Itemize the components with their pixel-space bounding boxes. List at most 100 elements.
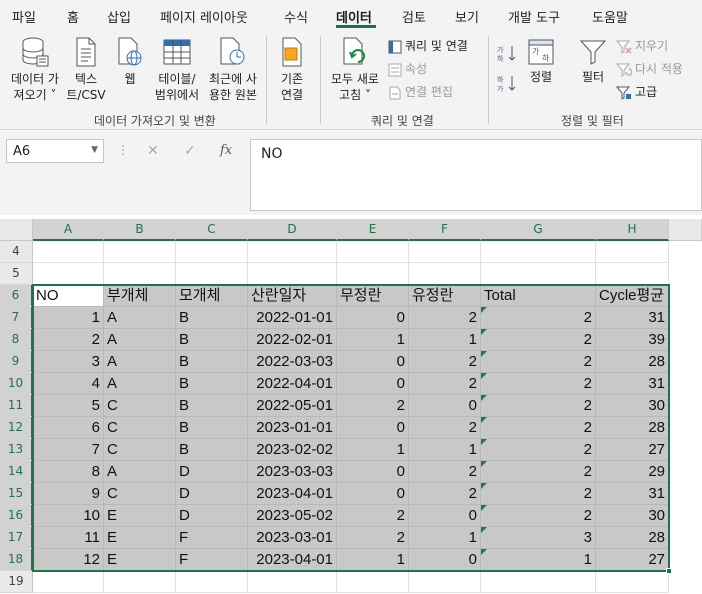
cell-e16[interactable]: 2 <box>337 505 409 527</box>
properties-button[interactable]: 속성 <box>388 61 427 77</box>
column-header-g[interactable]: G <box>481 219 596 241</box>
cell-d11[interactable]: 2022-05-01 <box>248 395 337 417</box>
cell-c11[interactable]: B <box>176 395 248 417</box>
cell-a7[interactable]: 1 <box>33 307 104 329</box>
cell-b17[interactable]: E <box>104 527 176 549</box>
tab-formulas[interactable]: 수식 <box>284 7 308 26</box>
cell-h7[interactable]: 31 <box>596 307 669 329</box>
cell-g12[interactable]: 2 <box>481 417 596 439</box>
cancel-icon[interactable]: ✕ <box>147 143 159 159</box>
cell-h17[interactable]: 28 <box>596 527 669 549</box>
cell-e6[interactable]: 무정란 <box>337 285 409 307</box>
cell-b19[interactable] <box>104 571 176 593</box>
cell-g18[interactable]: 1 <box>481 549 596 571</box>
cell-c6[interactable]: 모개체 <box>176 285 248 307</box>
cell-d18[interactable]: 2023-04-01 <box>248 549 337 571</box>
cell-d4[interactable] <box>248 241 337 263</box>
reapply-button[interactable]: 다시 적용 <box>616 61 683 77</box>
cell-a19[interactable] <box>33 571 104 593</box>
row-header-8[interactable]: 8 <box>0 329 33 351</box>
cell-b4[interactable] <box>104 241 176 263</box>
cell-d14[interactable]: 2023-03-03 <box>248 461 337 483</box>
cell-b7[interactable]: A <box>104 307 176 329</box>
cell-c7[interactable]: B <box>176 307 248 329</box>
cell-f17[interactable]: 1 <box>409 527 481 549</box>
cell-g11[interactable]: 2 <box>481 395 596 417</box>
cell-e4[interactable] <box>337 241 409 263</box>
cell-f11[interactable]: 0 <box>409 395 481 417</box>
row-header-17[interactable]: 17 <box>0 527 33 549</box>
cell-a17[interactable]: 11 <box>33 527 104 549</box>
tab-insert[interactable]: 삽입 <box>107 7 131 26</box>
tab-review[interactable]: 검토 <box>402 7 426 26</box>
cell-g4[interactable] <box>481 241 596 263</box>
cell-e13[interactable]: 1 <box>337 439 409 461</box>
cell-f10[interactable]: 2 <box>409 373 481 395</box>
cell-f15[interactable]: 2 <box>409 483 481 505</box>
cell-g15[interactable]: 2 <box>481 483 596 505</box>
row-header-14[interactable]: 14 <box>0 461 33 483</box>
cell-f14[interactable]: 2 <box>409 461 481 483</box>
cell-c14[interactable]: D <box>176 461 248 483</box>
cell-e9[interactable]: 0 <box>337 351 409 373</box>
tab-file[interactable]: 파일 <box>12 7 36 26</box>
cell-h14[interactable]: 29 <box>596 461 669 483</box>
spreadsheet-grid[interactable]: A B C D E F G H 4 5 6 NO 부개체 모개체 산란일자 무정란 유정란 Total Cycle평… <box>0 219 702 594</box>
cell-d7[interactable]: 2022-01-01 <box>248 307 337 329</box>
cell-d5[interactable] <box>248 263 337 285</box>
tab-developer[interactable]: 개발 도구 <box>508 7 560 26</box>
sort-ascending-button[interactable]: 가 하 <box>497 44 517 66</box>
tab-home[interactable]: 홈 <box>67 7 79 26</box>
cell-g13[interactable]: 2 <box>481 439 596 461</box>
sort-descending-button[interactable]: 하 가 <box>497 74 517 96</box>
cell-e17[interactable]: 2 <box>337 527 409 549</box>
cell-e11[interactable]: 2 <box>337 395 409 417</box>
cell-a12[interactable]: 6 <box>33 417 104 439</box>
from-table-button[interactable]: 테이블/ 범위에서 <box>152 36 202 103</box>
cell-e10[interactable]: 0 <box>337 373 409 395</box>
cell-c12[interactable]: B <box>176 417 248 439</box>
cell-b14[interactable]: A <box>104 461 176 483</box>
cell-f19[interactable] <box>409 571 481 593</box>
refresh-all-button[interactable]: 모두 새로 고침 ˅ <box>326 36 384 103</box>
tab-page-layout[interactable]: 페이지 레이아웃 <box>160 7 248 26</box>
cell-g5[interactable] <box>481 263 596 285</box>
web-button[interactable]: 웹 <box>112 36 148 87</box>
cell-f6[interactable]: 유정란 <box>409 285 481 307</box>
cell-f16[interactable]: 0 <box>409 505 481 527</box>
cell-c10[interactable]: B <box>176 373 248 395</box>
cell-d16[interactable]: 2023-05-02 <box>248 505 337 527</box>
cell-b12[interactable]: C <box>104 417 176 439</box>
cell-f5[interactable] <box>409 263 481 285</box>
recent-sources-button[interactable]: 최근에 사 용한 원본 <box>204 36 262 103</box>
row-header-13[interactable]: 13 <box>0 439 33 461</box>
row-header-12[interactable]: 12 <box>0 417 33 439</box>
edit-links-button[interactable]: 연결 편집 <box>388 84 453 100</box>
row-header-5[interactable]: 5 <box>0 263 33 285</box>
formula-input[interactable]: NO <box>250 139 702 211</box>
cell-f9[interactable]: 2 <box>409 351 481 373</box>
cell-d10[interactable]: 2022-04-01 <box>248 373 337 395</box>
cell-e18[interactable]: 1 <box>337 549 409 571</box>
cell-a8[interactable]: 2 <box>33 329 104 351</box>
cell-b16[interactable]: E <box>104 505 176 527</box>
cell-c13[interactable]: B <box>176 439 248 461</box>
cell-e7[interactable]: 0 <box>337 307 409 329</box>
cell-h11[interactable]: 30 <box>596 395 669 417</box>
cell-d8[interactable]: 2022-02-01 <box>248 329 337 351</box>
tab-help[interactable]: 도움말 <box>592 7 628 26</box>
cell-a4[interactable] <box>33 241 104 263</box>
cell-h19[interactable] <box>596 571 669 593</box>
cell-b9[interactable]: A <box>104 351 176 373</box>
drag-handle-icon[interactable]: ⋮ <box>117 143 129 157</box>
cell-f8[interactable]: 1 <box>409 329 481 351</box>
cell-c5[interactable] <box>176 263 248 285</box>
cell-c17[interactable]: F <box>176 527 248 549</box>
row-header-9[interactable]: 9 <box>0 351 33 373</box>
row-header-18[interactable]: 18 <box>0 549 33 571</box>
cell-g10[interactable]: 2 <box>481 373 596 395</box>
cell-h4[interactable] <box>596 241 669 263</box>
cell-h16[interactable]: 30 <box>596 505 669 527</box>
cell-b18[interactable]: E <box>104 549 176 571</box>
filter-button[interactable]: 필터 <box>574 38 612 85</box>
